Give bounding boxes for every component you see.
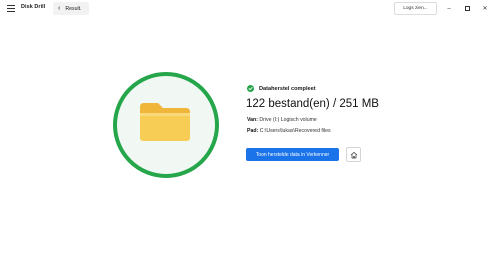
home-button[interactable] (346, 147, 361, 162)
home-icon (350, 151, 357, 158)
source-label: Van: (247, 117, 258, 123)
folder-icon (140, 103, 190, 141)
path-line: Pad: C:\Users\lukas\Recovered files (247, 128, 331, 134)
recovery-summary: 122 bestand(en) / 251 MB (246, 98, 379, 110)
maximize-icon[interactable] (460, 3, 474, 14)
back-button[interactable]: ‹ Result. (53, 2, 89, 15)
status-text: Dataherstel compleet (259, 85, 316, 92)
path-label: Pad: (247, 128, 259, 134)
minimize-icon[interactable]: – (442, 3, 456, 14)
menu-icon[interactable] (7, 5, 15, 12)
back-chevron-icon: ‹ (58, 5, 61, 12)
status-row: Dataherstel compleet (247, 85, 316, 92)
show-in-explorer-button[interactable]: Toon herstelde data in Verkenner (246, 148, 339, 161)
app-title: Disk Drill (21, 4, 46, 10)
close-icon[interactable]: ✕ (478, 3, 492, 14)
path-value: C:\Users\lukas\Recovered files (259, 128, 331, 134)
back-button-label: Result. (65, 5, 82, 12)
view-logs-button[interactable]: Logs zien... (394, 2, 437, 15)
title-bar: Disk Drill ‹ Result. Logs zien... – ✕ (0, 0, 495, 18)
source-line: Van: Drive (I:) Logisch volume (247, 117, 317, 123)
source-value: Drive (I:) Logisch volume (259, 117, 317, 123)
check-circle-icon (247, 85, 254, 92)
